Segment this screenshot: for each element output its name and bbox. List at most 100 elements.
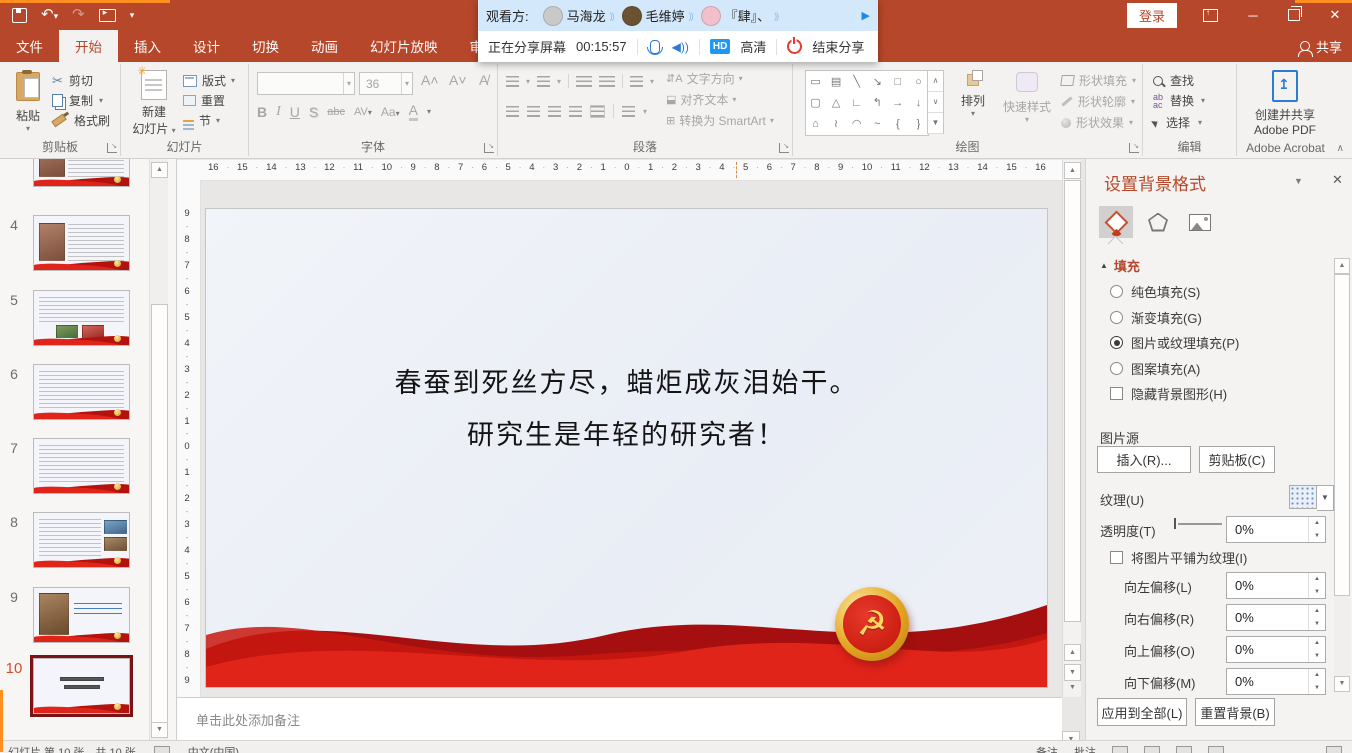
shape-icon[interactable]: ↓ [911, 94, 926, 112]
italic-icon[interactable]: I [276, 104, 281, 120]
copy-button[interactable]: 复制 ▾ [52, 92, 103, 109]
spinner-arrows[interactable]: ▲▼ [1308, 573, 1325, 598]
insert-picture-button[interactable]: 插入(R)... [1097, 446, 1191, 473]
paste-dropdown-icon[interactable]: ▾ [8, 124, 48, 133]
expand-viewers-icon[interactable]: ▶ [862, 9, 870, 22]
stop-sharing-button[interactable]: 结束分享 [812, 37, 864, 56]
paragraph-dialog-launcher-icon[interactable]: ↘ [779, 143, 789, 153]
shape-icon[interactable]: ○ [911, 73, 926, 91]
spinner-arrows[interactable]: ▲▼ [1308, 669, 1325, 694]
texture-dropdown-icon[interactable]: ▼ [1317, 485, 1334, 511]
shape-effects-button[interactable]: 形状效果▾ [1061, 114, 1133, 131]
shape-icon[interactable]: △ [829, 94, 844, 112]
shape-icon[interactable]: ▤ [829, 73, 844, 91]
fill-option-checkbox[interactable]: 隐藏背景图形(H) [1110, 386, 1239, 401]
change-case-icon[interactable]: Aa▾ [381, 105, 400, 119]
tab-开始[interactable]: 开始 [59, 30, 118, 62]
columns-icon[interactable] [622, 106, 635, 117]
justify-icon[interactable] [569, 106, 582, 117]
quick-styles-button[interactable]: 快速样式 ▾ [999, 72, 1055, 124]
ribbon-display-options-icon[interactable] [1203, 9, 1218, 22]
shape-fill-button[interactable]: 形状填充▾ [1061, 72, 1136, 89]
bold-icon[interactable]: B [257, 104, 267, 120]
layout-button[interactable]: 版式 ▾ [183, 72, 235, 89]
shape-icon[interactable]: ~ [870, 115, 885, 133]
select-button[interactable]: 选择 ▾ [1153, 114, 1202, 131]
minimize-button[interactable]: ─ [1244, 8, 1262, 23]
shape-outline-button[interactable]: 形状轮廓▾ [1061, 93, 1135, 110]
radio-icon[interactable] [1110, 336, 1123, 349]
gallery-up-icon[interactable]: ∧ [928, 71, 943, 92]
tab-动画[interactable]: 动画 [295, 30, 354, 62]
slide-thumbnail-4[interactable] [33, 215, 130, 271]
slide-thumbnail-5[interactable] [33, 290, 130, 346]
customize-qat-icon[interactable]: ▾ [130, 10, 135, 21]
shape-icon[interactable]: ╲ [849, 73, 864, 91]
distribute-icon[interactable] [590, 105, 605, 118]
shape-icon[interactable]: { [890, 115, 905, 133]
shape-icon[interactable]: } [911, 115, 926, 133]
character-spacing-icon[interactable]: AV▾ [354, 106, 372, 118]
spinner-arrows[interactable]: ▲▼ [1308, 637, 1325, 662]
section-button[interactable]: 节 ▾ [183, 112, 220, 129]
spinner-arrows[interactable]: ▲▼ [1308, 605, 1325, 630]
slide-editor[interactable]: 春蚕到死丝方尽，蜡炬成灰泪始干。 研究生是年轻的研究者！ [205, 208, 1048, 688]
shape-icon[interactable]: ≀ [829, 115, 844, 133]
align-text-button[interactable]: ⬓ 对齐文本▾ [666, 91, 736, 108]
scroll-down-icon[interactable]: ▼ [151, 722, 168, 738]
shape-gallery-scroll[interactable]: ∧ ∨ ▼ [927, 70, 944, 134]
gallery-more-icon[interactable]: ▼ [928, 113, 943, 134]
shape-icon[interactable]: → [890, 94, 905, 112]
text-direction-button[interactable]: ⇵A 文字方向▾ [666, 70, 743, 87]
tab-设计[interactable]: 设计 [177, 30, 236, 62]
shape-icon[interactable]: □ [890, 73, 905, 91]
texture-swatch[interactable] [1289, 485, 1317, 509]
arrange-button[interactable]: 排列 ▾ [953, 72, 993, 118]
text-shadow-icon[interactable]: S [309, 104, 318, 120]
fill-option-radio[interactable]: 纯色填充(S) [1110, 284, 1239, 299]
font-color-icon[interactable]: A [409, 102, 418, 121]
font-size-combo[interactable]: 36▾ [359, 72, 413, 95]
shape-icon[interactable]: ↰ [870, 94, 885, 112]
spinner-arrows[interactable]: ▲▼ [1308, 517, 1325, 542]
notes-placeholder[interactable]: 单击此处添加备注 [196, 710, 300, 729]
tile-checkbox[interactable] [1110, 551, 1123, 564]
create-pdf-button[interactable]: 创建并共享 Adobe PDF [1245, 70, 1325, 137]
new-slide-button[interactable]: 新建 幻灯片 ▾ [131, 70, 177, 137]
transparency-spinner[interactable]: 0% ▲▼ [1226, 516, 1326, 543]
decrease-font-icon[interactable]: A˅ [449, 72, 467, 88]
tab-幻灯片放映[interactable]: 幻灯片放映 [354, 30, 454, 62]
collapse-ribbon-icon[interactable]: ∧ [1337, 143, 1344, 154]
offset-spinner[interactable]: 0%▲▼ [1226, 572, 1326, 599]
transparency-slider[interactable] [1178, 523, 1222, 525]
tab-文件[interactable]: 文件 [0, 30, 59, 62]
shape-icon[interactable]: ▭ [808, 73, 823, 91]
save-icon[interactable] [12, 8, 27, 23]
fill-option-radio[interactable]: 图案填充(A) [1110, 361, 1239, 376]
share-button[interactable]: 共享 [1300, 30, 1342, 62]
shape-icon[interactable]: ↘ [870, 73, 885, 91]
find-button[interactable]: 查找 [1153, 72, 1194, 89]
slide-thumbnail-8[interactable] [33, 512, 130, 568]
hd-label[interactable]: 高清 [740, 37, 766, 56]
close-button[interactable]: ✕ [1326, 7, 1344, 23]
next-slide-icon[interactable]: ▼▼ [1064, 664, 1081, 681]
microphone-icon[interactable] [650, 40, 660, 54]
scroll-up-icon[interactable]: ▲ [1334, 258, 1350, 274]
clipboard-picture-button[interactable]: 剪贴板(C) [1199, 446, 1275, 473]
strikethrough-icon[interactable]: abc [327, 106, 345, 118]
speaker-icon[interactable]: ◀)) [672, 40, 689, 54]
slide-thumbnail-7[interactable] [33, 438, 130, 494]
smartart-button[interactable]: ⊞ 转换为 SmartArt▾ [666, 112, 774, 129]
tab-picture[interactable] [1183, 206, 1217, 238]
shape-icon[interactable]: ⌂ [808, 115, 823, 133]
tab-effects[interactable] [1141, 206, 1175, 238]
transparency-slider-handle[interactable] [1174, 518, 1176, 529]
tile-picture-option[interactable]: 将图片平铺为纹理(I) [1110, 548, 1247, 567]
drawing-dialog-launcher-icon[interactable]: ↘ [1129, 143, 1139, 153]
apply-to-all-button[interactable]: 应用到全部(L) [1097, 698, 1187, 726]
clipboard-dialog-launcher-icon[interactable]: ↘ [107, 143, 117, 153]
increase-font-icon[interactable]: A˄ [421, 72, 439, 88]
pane-close-icon[interactable]: ✕ [1332, 172, 1343, 188]
replace-button[interactable]: abac 替换 ▾ [1153, 92, 1205, 109]
